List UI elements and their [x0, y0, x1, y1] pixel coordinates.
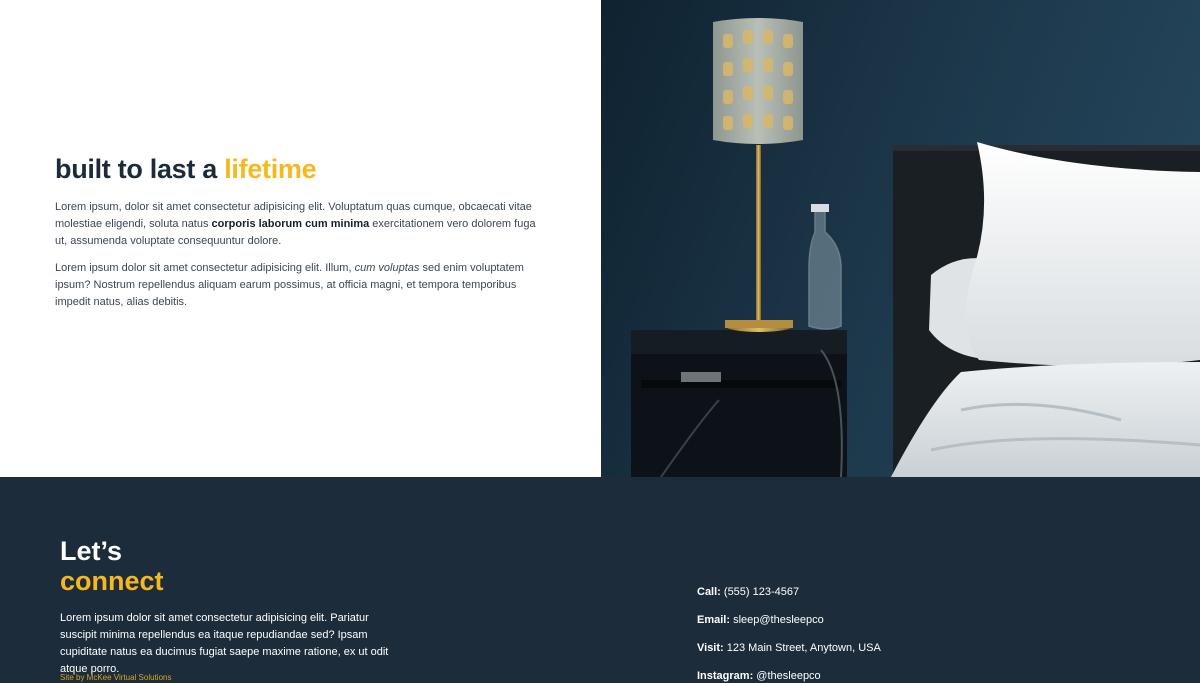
contact-instagram[interactable]: Instagram: @thesleepco: [697, 670, 821, 682]
feature-heading: built to last a lifetime: [55, 154, 317, 185]
feature-text-panel: built to last a lifetime Lorem ipsum, do…: [0, 0, 601, 477]
email-value: sleep@thesleepco: [730, 614, 824, 626]
bedroom-photo: [601, 0, 1200, 477]
feature-paragraph-1: Lorem ipsum, dolor sit amet consectetur …: [55, 199, 547, 250]
contact-call[interactable]: Call: (555) 123-4567: [697, 586, 799, 598]
para2-italic: cum voluptas: [354, 262, 420, 274]
footer-title-line2: connect: [60, 566, 164, 596]
instagram-value: @thesleepco: [753, 670, 821, 682]
feature-section: built to last a lifetime Lorem ipsum, do…: [0, 0, 1200, 477]
bedroom-photo-illustration: [601, 0, 1200, 477]
call-value: (555) 123-4567: [720, 586, 800, 598]
visit-value: 123 Main Street, Anytown, USA: [723, 642, 881, 654]
feature-paragraph-2: Lorem ipsum dolor sit amet consectetur a…: [55, 260, 547, 311]
heading-accent: lifetime: [224, 154, 317, 184]
footer-paragraph: Lorem ipsum dolor sit amet consectetur a…: [60, 612, 389, 675]
instagram-label: Instagram:: [697, 670, 754, 682]
footer-title-line1: Let’s: [60, 536, 123, 566]
para2-text-a: Lorem ipsum dolor sit amet consectetur a…: [55, 262, 355, 274]
contact-email[interactable]: Email: sleep@thesleepco: [697, 614, 824, 626]
contact-visit: Visit: 123 Main Street, Anytown, USA: [697, 642, 881, 654]
call-label: Call:: [697, 586, 721, 598]
site-credit-link[interactable]: Site by McKee Virtual Solutions: [60, 673, 171, 682]
para1-bold: corporis laborum cum minima: [211, 218, 370, 230]
footer: Let’s connect Lorem ipsum dolor sit amet…: [0, 477, 1200, 683]
email-label: Email:: [697, 614, 731, 626]
visit-label: Visit:: [697, 642, 724, 654]
heading-main: built to last a: [55, 154, 225, 184]
